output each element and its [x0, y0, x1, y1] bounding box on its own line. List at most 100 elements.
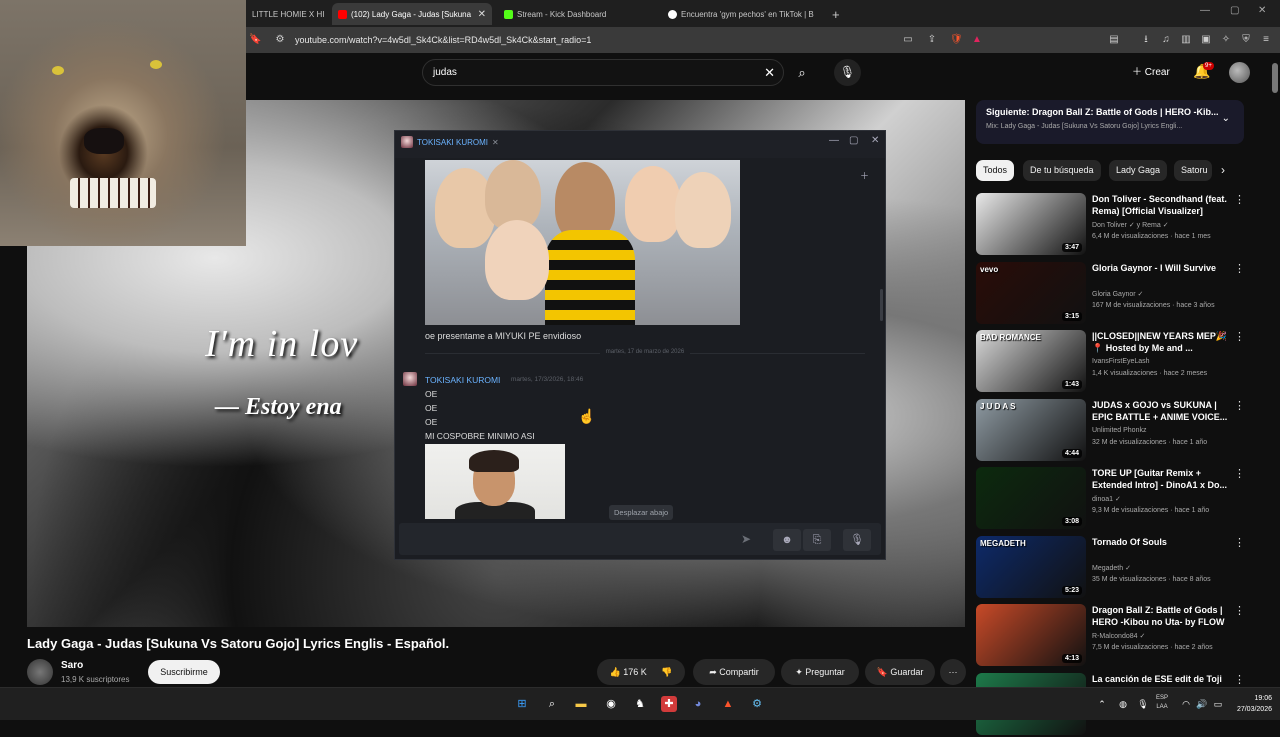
close-tab-icon[interactable]: ✕	[478, 9, 486, 20]
share-button[interactable]: ➦ Compartir	[693, 659, 775, 685]
steam-icon[interactable]: ⚙	[749, 696, 765, 712]
more-actions-button[interactable]: ···	[940, 659, 966, 685]
close-chat-tab-icon[interactable]: ✕	[492, 138, 499, 147]
browser-tab[interactable]: LITTLE HOMIE X HI	[246, 3, 328, 25]
more-options-icon[interactable]: ⋮	[1234, 262, 1245, 275]
more-options-icon[interactable]: ⋮	[1234, 467, 1245, 480]
minimize-icon[interactable]: —	[829, 135, 839, 146]
browser-tab[interactable]: Encuentra 'gym pechos' en TikTok | B	[662, 3, 822, 25]
windows-start-icon[interactable]: ⊞	[514, 696, 530, 712]
recommendation-title[interactable]: La canción de ESE edit de Toji	[1092, 673, 1234, 685]
chat-scrollbar[interactable]	[880, 289, 883, 321]
clock[interactable]: 19:06 27/03/2026	[1237, 693, 1272, 715]
more-options-icon[interactable]: ⋮	[1234, 330, 1245, 343]
search-icon[interactable]: ⌕	[544, 696, 560, 712]
tray-mic-icon[interactable]: 🎙	[1135, 696, 1151, 712]
new-tab-button[interactable]: +	[826, 3, 842, 25]
video-thumbnail[interactable]: MEGADETH 5:23	[976, 536, 1086, 598]
recommendation-channel[interactable]: Gloria Gaynor ✓	[1092, 290, 1143, 298]
brave-icon[interactable]: ▲	[720, 696, 736, 712]
chip-satoru[interactable]: Satoru	[1174, 160, 1212, 181]
more-options-icon[interactable]: ⋮	[1234, 673, 1245, 686]
channel-avatar[interactable]	[27, 659, 53, 685]
chat-image-group-photo[interactable]	[425, 160, 740, 325]
clear-search-icon[interactable]: ✕	[764, 60, 775, 85]
more-options-icon[interactable]: ⋮	[1234, 604, 1245, 617]
video-thumbnail[interactable]: J U D A S 4:44	[976, 399, 1086, 461]
wifi-icon[interactable]: ◠	[1178, 696, 1194, 712]
address-bar[interactable]: ⚙ youtube.com/watch?v=4w5dl_Sk4Ck&list=R…	[266, 30, 896, 50]
recommendation-item[interactable]: 3:47 Don Toliver - Secondhand (feat. Rema…	[976, 193, 1276, 257]
search-icon[interactable]: ⌕	[786, 59, 818, 86]
recommendation-channel[interactable]: Megadeth ✓	[1092, 564, 1131, 572]
microphone-icon[interactable]: 🎙	[834, 59, 861, 86]
recommendation-title[interactable]: JUDAS x GOJO vs SUKUNA | EPIC BATTLE + A…	[1092, 399, 1234, 423]
bookmark-icon[interactable]: 🔖	[249, 34, 261, 46]
minimize-icon[interactable]: —	[1200, 5, 1210, 16]
add-friend-icon[interactable]: ＋	[860, 169, 869, 182]
close-window-icon[interactable]: ✕	[1258, 5, 1266, 16]
panel-icon[interactable]: ▥	[1180, 34, 1192, 46]
language-indicator[interactable]: ESP LAA	[1156, 694, 1168, 712]
create-button[interactable]: ＋ Crear	[1124, 61, 1170, 85]
discord-icon[interactable]: ◕	[690, 696, 706, 712]
recommendation-item[interactable]: BAD ROMANCE 1:43 ||CLOSED||NEW YEARS MEP🎉 …	[976, 330, 1276, 394]
file-explorer-icon[interactable]: ▬	[573, 696, 589, 712]
tray-chevron-icon[interactable]: ⌃	[1094, 696, 1110, 712]
recommendation-channel[interactable]: Unlimited Phonkz	[1092, 427, 1146, 434]
browser-tab[interactable]: Stream - Kick Dashboard	[498, 3, 658, 25]
video-thumbnail[interactable]: 3:47	[976, 193, 1086, 255]
media-icon[interactable]: ♫	[1160, 34, 1172, 46]
screenshot-icon[interactable]: ▭	[902, 34, 914, 46]
avatar[interactable]	[1229, 62, 1250, 83]
recommendation-item[interactable]: 3:08 TORE UP [Guitar Remix + Extended Int…	[976, 467, 1276, 531]
emoji-icon[interactable]: ☻	[773, 529, 801, 551]
sidebar-toggle-icon[interactable]: ▤	[1108, 34, 1120, 46]
recommendation-item[interactable]: MEGADETH 5:23 Tornado Of Souls Megadeth ✓ 35…	[976, 536, 1276, 600]
recommendation-title[interactable]: Tornado Of Souls	[1092, 536, 1234, 548]
like-button[interactable]: 👍 176 K	[610, 667, 647, 677]
scroll-down-button[interactable]: Desplazar abajo	[609, 505, 674, 520]
app-icon[interactable]: ♞	[632, 696, 648, 712]
recommendation-item[interactable]: 4:13 Dragon Ball Z: Battle of Gods | HERO…	[976, 604, 1276, 668]
extensions-icon[interactable]: ✧	[1220, 34, 1232, 46]
wallet-icon[interactable]: ▣	[1200, 34, 1212, 46]
chat-image-selfie[interactable]	[425, 444, 565, 519]
more-options-icon[interactable]: ⋮	[1234, 536, 1245, 549]
save-button[interactable]: 🔖 Guardar	[865, 659, 935, 685]
sender-avatar[interactable]	[403, 372, 417, 386]
subscribe-button[interactable]: Suscribirme	[148, 660, 220, 684]
sender-name[interactable]: TOKISAKI KUROMI	[425, 375, 500, 385]
search-input[interactable]: judas ✕	[422, 59, 784, 86]
attach-icon[interactable]: ⎘	[803, 529, 831, 551]
menu-icon[interactable]: ≡	[1260, 34, 1272, 46]
video-thumbnail[interactable]: BAD ROMANCE 1:43	[976, 330, 1086, 392]
chip-lady-gaga[interactable]: Lady Gaga	[1109, 160, 1168, 181]
more-options-icon[interactable]: ⋮	[1234, 193, 1245, 206]
tray-app-icon[interactable]: ◍	[1115, 696, 1131, 712]
recommendation-channel[interactable]: IvansFirstEyeLash	[1092, 358, 1150, 365]
volume-icon[interactable]: 🔊	[1194, 696, 1210, 712]
recommendation-title[interactable]: Gloria Gaynor - I Will Survive	[1092, 262, 1234, 274]
page-scrollbar[interactable]	[1272, 63, 1278, 93]
up-next-panel[interactable]: Siguiente: Dragon Ball Z: Battle of Gods…	[976, 100, 1244, 144]
ask-button[interactable]: ✦ Preguntar	[781, 659, 859, 685]
voice-icon[interactable]: 🎙	[843, 529, 871, 551]
video-thumbnail[interactable]: vevo 3:15	[976, 262, 1086, 324]
site-info-icon[interactable]: ⚙	[274, 34, 286, 46]
dislike-icon[interactable]: 👎	[661, 667, 672, 677]
recommendation-channel[interactable]: dinoa1 ✓	[1092, 495, 1121, 503]
recommendation-item[interactable]: J U D A S 4:44 JUDAS x GOJO vs SUKUNA | EP…	[976, 399, 1276, 463]
battery-icon[interactable]: ▭	[1210, 696, 1226, 712]
recommendation-title[interactable]: ||CLOSED||NEW YEARS MEP🎉 📍 Hosted by Me …	[1092, 330, 1234, 354]
recommendation-channel[interactable]: R-Malcondo84 ✓	[1092, 632, 1145, 640]
brave-rewards-icon[interactable]: ▲	[971, 34, 983, 46]
recommendation-item[interactable]: vevo 3:15 Gloria Gaynor - I Will Survive Gl…	[976, 262, 1276, 326]
steam-chat-window[interactable]: TOKISAKI KUROMI ✕ — ▢ ✕ ＋ oe presentame …	[394, 130, 886, 560]
send-icon[interactable]: ➤	[741, 532, 751, 546]
chevron-down-icon[interactable]: ⌄	[1222, 113, 1230, 124]
chat-tab[interactable]: TOKISAKI KUROMI ✕	[401, 136, 499, 148]
obs-icon[interactable]: ◉	[603, 696, 619, 712]
recommendation-title[interactable]: TORE UP [Guitar Remix + Extended Intro] …	[1092, 467, 1234, 491]
vpn-icon[interactable]: ⛨	[1240, 34, 1252, 46]
